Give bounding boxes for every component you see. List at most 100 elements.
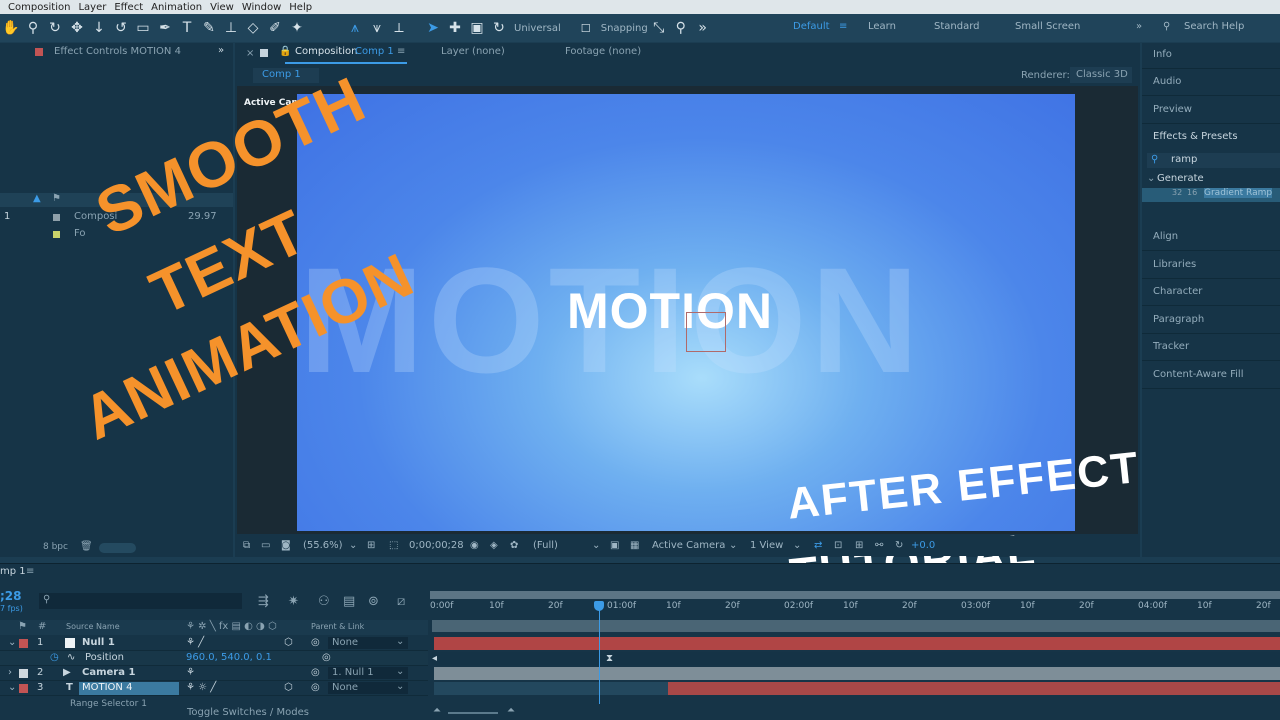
move-tool-icon[interactable]: ✚ xyxy=(444,18,466,38)
3d-cube-icon[interactable]: ⬡ xyxy=(284,682,293,693)
menu-effect[interactable]: Effect xyxy=(114,2,143,13)
menu-view[interactable]: View xyxy=(210,2,234,13)
effect-controls-tab[interactable]: Effect Controls MOTION 4 xyxy=(54,46,181,57)
snapshot-icon[interactable]: ◉ xyxy=(470,540,479,551)
footage-tab[interactable]: Footage (none) xyxy=(565,46,641,57)
pin-icon[interactable]: ⚲ xyxy=(670,18,692,38)
axis-local-icon[interactable]: ⩚ xyxy=(344,18,366,38)
category-chevron-icon[interactable]: ⌄ xyxy=(1147,173,1155,184)
playhead-handle[interactable] xyxy=(594,601,604,611)
layer-label-swatch[interactable] xyxy=(19,639,28,648)
character-panel[interactable]: Character xyxy=(1142,280,1280,306)
workspace-standard[interactable]: Standard xyxy=(934,21,980,32)
scale-tool-icon[interactable]: ▣ xyxy=(466,18,488,38)
selected-layer-name-field[interactable]: MOTION 4 xyxy=(79,682,179,695)
region-icon[interactable]: ▣ xyxy=(610,540,619,551)
universal-label[interactable]: Universal xyxy=(514,23,561,34)
mask-icon[interactable]: ⬚ xyxy=(389,540,398,551)
keyframe-icon[interactable]: ⧗ xyxy=(606,653,613,664)
menu-composition[interactable]: Composition xyxy=(8,2,70,13)
draft-3d-icon[interactable]: ✷ xyxy=(288,594,299,609)
content-aware-fill-panel[interactable]: Content-Aware Fill xyxy=(1142,363,1280,389)
panel-overflow-icon[interactable]: » xyxy=(218,45,224,56)
camera-chevron-icon[interactable]: ⌄ xyxy=(729,540,737,551)
expand-chevron-icon[interactable]: ⌄ xyxy=(8,682,16,693)
align-panel[interactable]: Align xyxy=(1142,225,1280,251)
foreground-motion-text[interactable]: MOTION xyxy=(567,282,773,340)
exposure-value[interactable]: +0.0 xyxy=(911,540,935,551)
layer-label-swatch[interactable] xyxy=(19,669,28,678)
flowchart-icon[interactable]: ⊞ xyxy=(855,540,863,551)
timeline-tab-menu-icon[interactable]: ≡ xyxy=(26,566,34,577)
graph-editor-icon[interactable]: ⧄ xyxy=(397,594,405,609)
effects-category[interactable]: Generate xyxy=(1157,173,1204,184)
tab-options-icon[interactable]: ≡ xyxy=(397,46,405,57)
pickwhip-icon[interactable]: ◎ xyxy=(311,682,320,693)
effect-row-gradient-ramp[interactable]: 32 16 Gradient Ramp xyxy=(1142,188,1280,202)
zoom-in-icon[interactable]: ⏶ xyxy=(507,705,515,716)
reset-exposure-icon[interactable]: ↻ xyxy=(895,540,903,551)
type-tool-icon[interactable]: T xyxy=(176,18,198,38)
vr-icon[interactable]: ◙ xyxy=(281,540,291,551)
audio-panel[interactable]: Audio xyxy=(1142,70,1280,96)
orbit-tool-icon[interactable]: ↻ xyxy=(44,18,66,38)
layer-row-motion[interactable]: ⌄ 3 T MOTION 4 ⚘ ☼ ╱ ⬡ ◎ None ⌄ xyxy=(0,681,428,696)
camera-layer-bar[interactable] xyxy=(434,667,1280,680)
puppet-pin-icon[interactable]: ✦ xyxy=(286,18,308,38)
pan-tool-icon[interactable]: ✥ xyxy=(66,18,88,38)
tab-menu-icon[interactable] xyxy=(260,49,268,57)
layer-row-camera[interactable]: › 2 ▶ Camera 1 ⚘ ◎ 1. Null 1 ⌄ xyxy=(0,666,428,681)
lock-icon[interactable]: 🔒 xyxy=(279,46,291,57)
3d-cube-icon[interactable]: ⬡ xyxy=(284,637,293,648)
selection-tool-icon[interactable]: ➤ xyxy=(422,18,444,38)
pickwhip-icon[interactable]: ◎ xyxy=(311,637,320,648)
property-pickwhip-icon[interactable]: ◎ xyxy=(322,652,331,663)
motion-layer-bar[interactable] xyxy=(668,682,1280,695)
playhead-line[interactable] xyxy=(599,604,600,704)
switch-icon[interactable]: ⚘ ╱ xyxy=(186,637,204,648)
expand-chevron-icon[interactable]: › xyxy=(8,667,12,678)
info-panel[interactable]: Info xyxy=(1142,43,1280,69)
work-area-bar[interactable] xyxy=(430,591,1280,599)
timeline-icon[interactable]: ⊡ xyxy=(834,540,842,551)
null-object-outline[interactable] xyxy=(686,312,726,352)
stamp-tool-icon[interactable]: ⊥ xyxy=(220,18,242,38)
network-icon[interactable]: ⚯ xyxy=(875,540,883,551)
composition-tab-name[interactable]: Comp 1 xyxy=(355,46,394,57)
paragraph-panel[interactable]: Paragraph xyxy=(1142,308,1280,334)
parent-dropdown[interactable]: None ⌄ xyxy=(328,636,408,649)
bit-depth-button[interactable]: 8 bpc xyxy=(43,542,68,552)
shy-icon[interactable]: ⚇ xyxy=(318,594,330,609)
camera-dropdown[interactable]: Active Camera xyxy=(652,540,725,551)
view-layout-dropdown[interactable]: 1 View xyxy=(750,540,783,551)
null-layer-bar[interactable] xyxy=(434,637,1280,650)
transparency-icon[interactable]: ▦ xyxy=(630,540,639,551)
label-tag-icon[interactable]: ⚑ xyxy=(52,193,61,204)
zoom-out-icon[interactable]: ⏶ xyxy=(433,705,441,716)
expand-icon[interactable]: » xyxy=(692,18,714,38)
dolly-tool-icon[interactable]: ↓ xyxy=(88,18,110,38)
timecode-display[interactable]: 0;00;00;28 xyxy=(409,540,464,551)
zoom-chevron-icon[interactable]: ⌄ xyxy=(349,540,357,551)
renderer-button[interactable]: Classic 3D xyxy=(1070,67,1132,83)
channel-icon[interactable]: ✿ xyxy=(510,540,518,551)
workspace-default[interactable]: Default xyxy=(793,21,830,32)
stopwatch-icon[interactable]: ◷ xyxy=(50,652,59,663)
workspace-menu-icon[interactable]: ≡ xyxy=(839,21,847,32)
hand-tool-icon[interactable]: ✋ xyxy=(0,18,22,38)
timeline-zoom-slider[interactable] xyxy=(448,712,498,714)
effects-presets-panel[interactable]: Effects & Presets xyxy=(1142,125,1280,151)
expand-chevron-icon[interactable]: ⌄ xyxy=(8,637,16,648)
switch-icon[interactable]: ⚘ xyxy=(186,667,195,678)
workspace-learn[interactable]: Learn xyxy=(868,21,896,32)
layer-tab[interactable]: Layer (none) xyxy=(441,46,505,57)
fast-preview-icon[interactable]: ⇄ xyxy=(814,540,822,551)
axis-world-icon[interactable]: ⩛ xyxy=(366,18,388,38)
layer-row-null[interactable]: ⌄ 1 Null 1 ⚘ ╱ ⬡ ◎ None ⌄ xyxy=(0,636,428,651)
search-help-icon[interactable]: ⚲ xyxy=(1163,21,1170,32)
rotate-3d-icon[interactable]: ↻ xyxy=(488,18,510,38)
sublayer-label[interactable]: Range Selector 1 xyxy=(70,699,147,709)
parent-dropdown[interactable]: 1. Null 1 ⌄ xyxy=(328,666,408,679)
search-help-input[interactable]: Search Help xyxy=(1184,21,1244,32)
layer-name[interactable]: Null 1 xyxy=(82,637,115,648)
